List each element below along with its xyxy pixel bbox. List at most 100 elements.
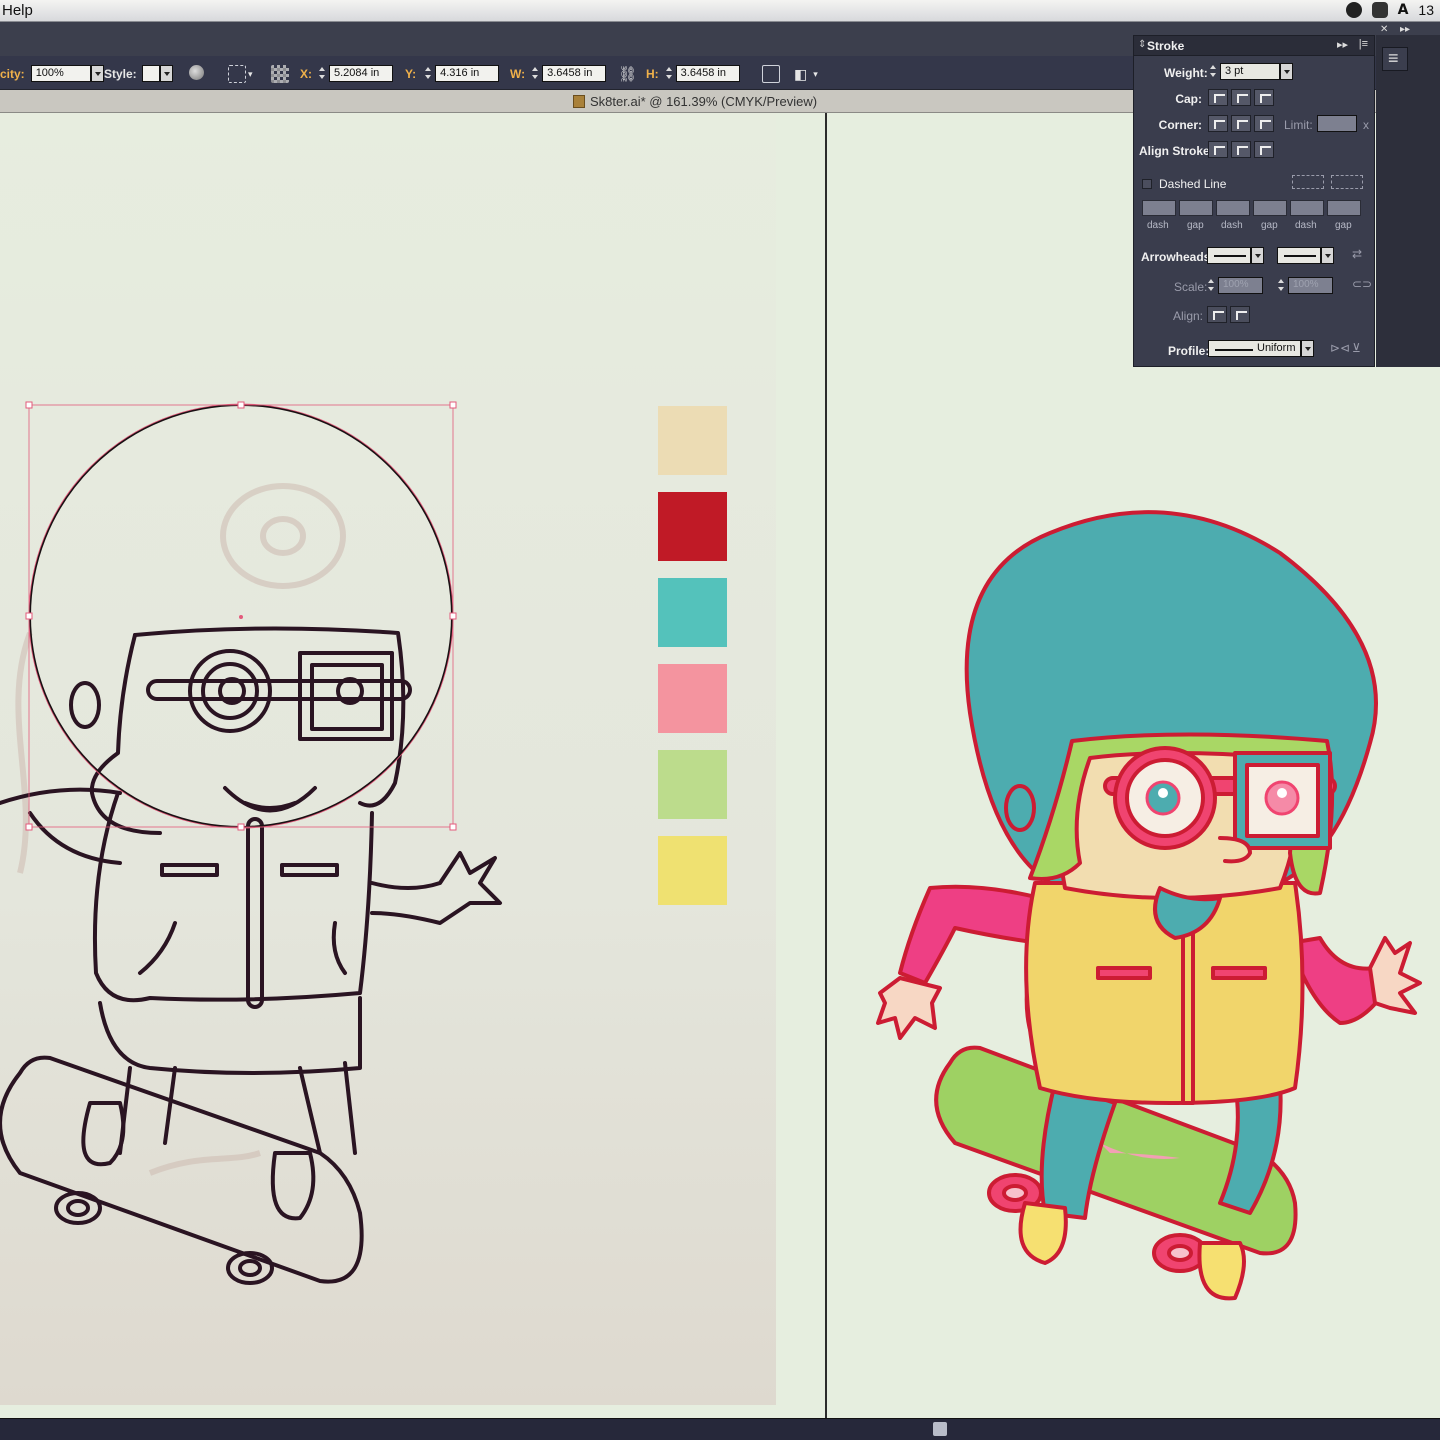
profile-dropdown[interactable] (1301, 340, 1314, 357)
weight-control: 3 pt (1209, 63, 1293, 80)
bevel-join-button[interactable] (1254, 115, 1274, 132)
align-stroke-buttons (1208, 141, 1277, 158)
reference-point-icon[interactable] (271, 65, 289, 83)
menu-extras: A 13 (1345, 2, 1434, 18)
status-icon[interactable] (1345, 2, 1362, 18)
limit-field[interactable] (1317, 115, 1357, 132)
x-field[interactable]: 5.2084 in (329, 65, 393, 82)
h-field[interactable]: 3.6458 in (675, 65, 740, 82)
transform-each-icon[interactable] (762, 65, 780, 83)
panel-sort-icon[interactable]: ⇕ (1138, 39, 1146, 50)
w-label: W: (510, 66, 526, 81)
transform-icon-wrap (271, 65, 289, 83)
dock-close-icon[interactable]: ✕ (1380, 24, 1388, 35)
miter-join-button[interactable] (1208, 115, 1228, 132)
isolate-dropdown[interactable]: ▾ (813, 69, 818, 80)
w-group: W: 3.6458 in (510, 65, 607, 82)
panel-expand-icon[interactable]: ▸▸ (1337, 38, 1348, 51)
swatch-cream[interactable] (658, 406, 727, 475)
evernote-icon[interactable] (1371, 2, 1388, 18)
dash-label-2: dash (1221, 220, 1243, 231)
selected-circle[interactable] (25, 401, 457, 831)
corner-buttons (1208, 115, 1277, 132)
stroke-panel-title[interactable]: Stroke (1147, 39, 1184, 53)
gap-field-3[interactable] (1327, 200, 1361, 216)
h-stepper[interactable] (665, 65, 674, 82)
scale-end-field[interactable]: 100% (1288, 277, 1333, 294)
document-title[interactable]: Sk8ter.ai* @ 161.39% (CMYK/Preview) (590, 94, 817, 109)
scale-label: Scale: (1174, 280, 1208, 294)
constrain-proportions-icon[interactable]: ⛓ (618, 65, 637, 83)
arrow-extend-button[interactable] (1207, 306, 1227, 323)
preserve-dash-icon[interactable] (1292, 175, 1324, 189)
align-inside-button[interactable] (1231, 141, 1251, 158)
gap-field-2[interactable] (1253, 200, 1287, 216)
dock-collapse-icon[interactable]: ▸▸ (1400, 24, 1410, 35)
arrow-place-button[interactable] (1230, 306, 1250, 323)
panel-options-icon[interactable]: |≡ (1359, 38, 1368, 50)
arrowhead-end-dropdown[interactable] (1321, 247, 1334, 264)
dash-field-1[interactable] (1142, 200, 1176, 216)
align-center-button[interactable] (1208, 141, 1228, 158)
dashed-line-checkbox[interactable] (1142, 179, 1152, 189)
swatch-red[interactable] (658, 492, 727, 561)
document-icon (573, 95, 585, 108)
style-swatch[interactable] (141, 65, 160, 82)
dash-field-3[interactable] (1290, 200, 1324, 216)
align-stroke-label: Align Stroke: (1139, 144, 1214, 158)
cap-label: Cap: (1175, 92, 1202, 106)
arrow-align-buttons (1207, 306, 1253, 323)
link-scale-icon[interactable]: ⊂⊃ (1352, 277, 1372, 291)
select-similar-icon[interactable] (228, 65, 246, 83)
menu-clock: 13 (1418, 2, 1434, 18)
w-stepper[interactable] (531, 65, 540, 82)
arrowhead-start-dropdown[interactable] (1251, 247, 1264, 264)
round-join-button[interactable] (1231, 115, 1251, 132)
scale-start-field[interactable]: 100% (1218, 277, 1263, 294)
stroke-panel-header[interactable]: ⇕ Stroke ▸▸ |≡ (1134, 36, 1374, 56)
flip-along-icon[interactable]: ⊳⊲ (1330, 341, 1350, 355)
opacity-dropdown[interactable] (90, 65, 104, 82)
arrowhead-start-select[interactable] (1207, 247, 1251, 264)
limit-suffix: x (1363, 118, 1369, 132)
gap-field-1[interactable] (1179, 200, 1213, 216)
select-similar-dropdown[interactable]: ▾ (248, 69, 253, 80)
w-field[interactable]: 3.6458 in (542, 65, 607, 82)
scale-start-stepper[interactable] (1207, 277, 1216, 294)
left-arm (898, 884, 1042, 985)
butt-cap-button[interactable] (1208, 89, 1228, 106)
adobe-icon[interactable]: A (1398, 2, 1409, 18)
isolate-icon[interactable]: ◧ (794, 66, 807, 83)
y-stepper[interactable] (424, 65, 433, 82)
projecting-cap-button[interactable] (1254, 89, 1274, 106)
flip-across-icon[interactable]: ⊻ (1352, 341, 1361, 355)
swap-arrowheads-icon[interactable]: ⇄ (1352, 247, 1362, 261)
recolor-artwork-icon[interactable] (189, 65, 204, 80)
cap-buttons (1208, 89, 1277, 106)
x-stepper[interactable] (318, 65, 327, 82)
horizontal-scroll-thumb[interactable] (933, 1422, 947, 1436)
weight-field[interactable]: 3 pt (1220, 63, 1280, 80)
dash-field-2[interactable] (1216, 200, 1250, 216)
weight-stepper[interactable] (1209, 63, 1218, 80)
style-dropdown[interactable] (159, 65, 173, 82)
y-group: Y: 4.316 in (405, 65, 500, 82)
menu-help[interactable]: Help (2, 2, 33, 19)
panel-menu-button[interactable] (1382, 47, 1408, 71)
opacity-field[interactable]: 100% (30, 65, 91, 82)
dashed-line-row: Dashed Line (1142, 177, 1226, 191)
weight-dropdown[interactable] (1280, 63, 1293, 80)
align-outside-button[interactable] (1254, 141, 1274, 158)
round-cap-button[interactable] (1231, 89, 1251, 106)
dash-label-3: dash (1295, 220, 1317, 231)
align-dash-icon[interactable] (1331, 175, 1363, 189)
y-field[interactable]: 4.316 in (435, 65, 500, 82)
swatch-green[interactable] (658, 750, 727, 819)
swatch-pink[interactable] (658, 664, 727, 733)
swatch-teal[interactable] (658, 578, 727, 647)
opacity-group: city: 100% (0, 65, 104, 82)
scale-end-stepper[interactable] (1277, 277, 1286, 294)
profile-label: Profile: (1168, 344, 1210, 358)
arrowhead-end-select[interactable] (1277, 247, 1321, 264)
swatch-yellow[interactable] (658, 836, 727, 905)
